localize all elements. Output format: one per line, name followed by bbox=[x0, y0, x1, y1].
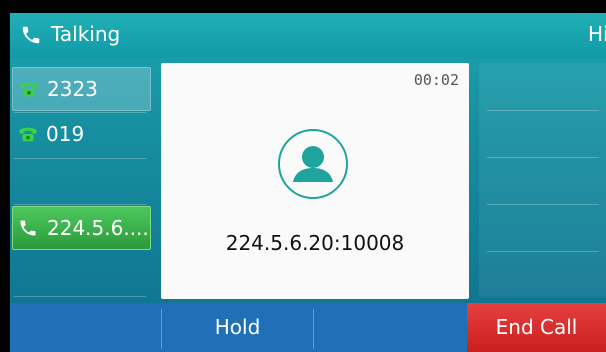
hold-button[interactable]: Hold bbox=[162, 303, 313, 352]
right-divider bbox=[487, 251, 599, 252]
call-status-title: Talking bbox=[51, 22, 121, 46]
call-timer: 00:02 bbox=[413, 71, 459, 89]
right-panel-bg bbox=[479, 63, 606, 297]
right-divider bbox=[487, 157, 599, 158]
line-divider bbox=[14, 158, 146, 159]
phone-icon bbox=[22, 26, 40, 44]
phone-green-icon bbox=[19, 82, 39, 97]
handset-white-icon bbox=[20, 220, 36, 236]
line-label: 224.5.6.... bbox=[47, 216, 149, 240]
line-label: 2323 bbox=[47, 77, 98, 101]
softkey-3[interactable] bbox=[314, 303, 467, 352]
line-item-2323[interactable]: 2323 bbox=[12, 67, 151, 111]
phone-screen: Talking Hi 2323 019 224.5.6.... 00:02 22… bbox=[10, 13, 606, 352]
status-right-text: Hi bbox=[588, 22, 606, 46]
status-bar: Talking Hi bbox=[10, 13, 606, 58]
contact-avatar-icon bbox=[278, 129, 348, 199]
right-divider bbox=[487, 204, 599, 205]
softkey-bar: Hold End Call bbox=[10, 303, 606, 352]
softkey-1[interactable] bbox=[10, 303, 161, 352]
call-info-card: 00:02 224.5.6.20:10008 bbox=[161, 63, 469, 299]
line-item-019[interactable]: 019 bbox=[12, 113, 149, 155]
callee-address: 224.5.6.20:10008 bbox=[225, 231, 405, 255]
line-divider bbox=[14, 204, 146, 205]
phone-green-icon bbox=[18, 127, 38, 142]
line-item-active-call[interactable]: 224.5.6.... bbox=[12, 206, 151, 250]
right-line-panel bbox=[479, 63, 606, 299]
right-divider bbox=[487, 110, 599, 111]
end-call-button[interactable]: End Call bbox=[467, 303, 606, 352]
line-list: 2323 019 224.5.6.... bbox=[10, 63, 152, 297]
line-label: 019 bbox=[46, 122, 85, 146]
line-divider bbox=[14, 296, 146, 297]
